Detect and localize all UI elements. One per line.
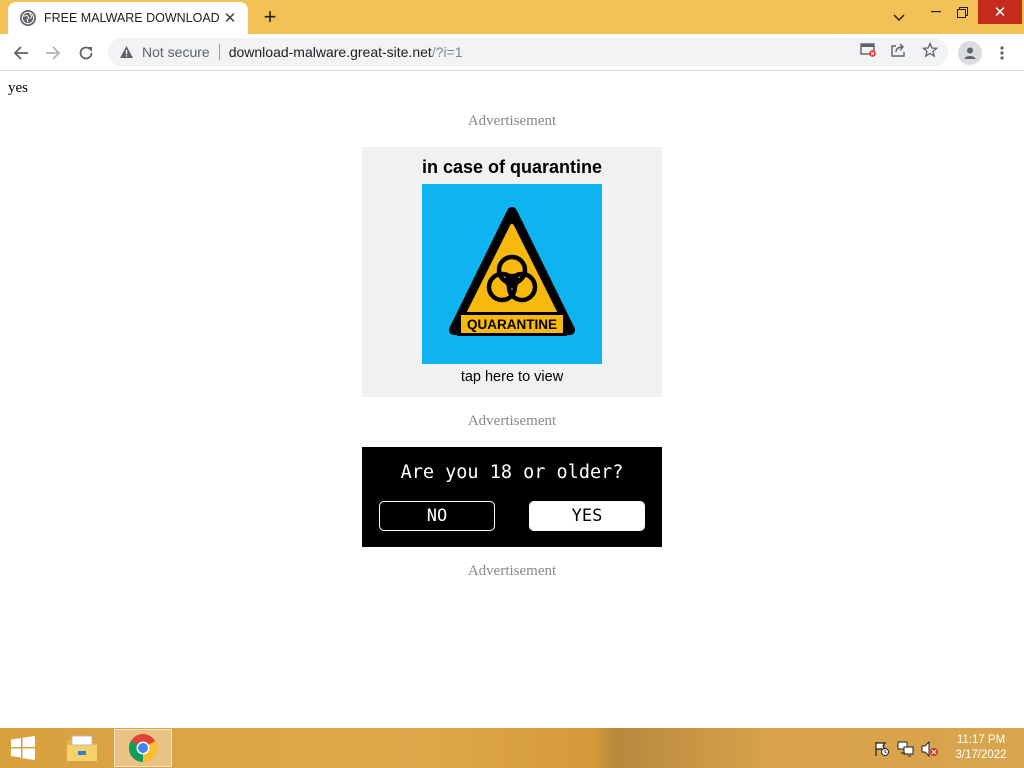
browser-toolbar: Not secure download-malware.great-site.n… bbox=[0, 34, 1024, 71]
url-host: download-malware.great-site.net bbox=[228, 44, 432, 60]
advertisement-label: Advertisement bbox=[467, 563, 557, 579]
taskbar-clock[interactable]: 11:17 PM 3/17/2022 bbox=[948, 733, 1014, 763]
reload-icon[interactable] bbox=[73, 40, 99, 66]
minimize-icon[interactable] bbox=[924, 0, 948, 24]
tab-title: FREE MALWARE DOWNLOAD bbox=[44, 11, 220, 25]
quarantine-sign-text: QUARANTINE bbox=[467, 317, 557, 332]
taskbar: 11:17 PM 3/17/2022 bbox=[0, 728, 1024, 768]
url-path: /?i=1 bbox=[431, 44, 463, 60]
globe-icon bbox=[20, 10, 36, 26]
windows-logo-icon[interactable] bbox=[8, 736, 38, 760]
restore-icon[interactable] bbox=[950, 0, 974, 24]
plus-icon[interactable]: + bbox=[258, 6, 282, 28]
tab-strip: FREE MALWARE DOWNLOAD ✕ + ✕ bbox=[0, 0, 1024, 34]
page-top-text: yes bbox=[8, 80, 28, 96]
close-icon[interactable]: ✕ bbox=[222, 10, 238, 27]
profile-icon[interactable] bbox=[958, 41, 982, 65]
file-explorer-icon[interactable] bbox=[60, 730, 104, 766]
network-icon[interactable] bbox=[897, 740, 915, 758]
window-close-button[interactable]: ✕ bbox=[978, 0, 1022, 24]
clock-date: 3/17/2022 bbox=[955, 749, 1007, 761]
advertisement-label: Advertisement bbox=[467, 113, 557, 129]
share-icon[interactable] bbox=[888, 40, 908, 60]
back-arrow-icon[interactable] bbox=[8, 40, 34, 66]
cast-blocked-icon[interactable] bbox=[858, 40, 878, 60]
star-icon[interactable] bbox=[920, 40, 940, 60]
flag-icon[interactable] bbox=[873, 740, 891, 758]
quarantine-ad-image[interactable]: QUARANTINE bbox=[422, 184, 602, 364]
page-content: yes Advertisement in case of quarantine … bbox=[0, 71, 1024, 728]
ad-heading[interactable]: in case of quarantine bbox=[362, 157, 662, 178]
clock-time: 11:17 PM bbox=[956, 734, 1006, 746]
forward-arrow-icon[interactable] bbox=[40, 40, 66, 66]
warning-icon[interactable] bbox=[118, 44, 134, 60]
address-bar[interactable]: Not secure download-malware.great-site.n… bbox=[108, 38, 948, 66]
quarantine-ad[interactable]: in case of quarantine QUARANTINE tap her… bbox=[362, 147, 662, 397]
browser-tab[interactable]: FREE MALWARE DOWNLOAD ✕ bbox=[8, 2, 248, 34]
security-label[interactable]: Not secure bbox=[142, 44, 210, 60]
omnibox-divider bbox=[218, 44, 220, 60]
chrome-icon[interactable] bbox=[114, 729, 172, 767]
age-question: Are you 18 or older? bbox=[400, 462, 624, 483]
biohazard-icon: QUARANTINE bbox=[449, 207, 575, 336]
yes-button[interactable]: YES bbox=[529, 501, 645, 531]
age-verification-ad[interactable]: Are you 18 or older? NO YES bbox=[362, 447, 662, 547]
ad-caption[interactable]: tap here to view bbox=[362, 369, 662, 385]
chevron-down-icon[interactable] bbox=[888, 6, 910, 30]
no-button[interactable]: NO bbox=[379, 501, 495, 531]
advertisement-label: Advertisement bbox=[467, 413, 557, 429]
more-vert-icon[interactable] bbox=[994, 41, 1010, 65]
volume-muted-icon[interactable] bbox=[921, 740, 939, 758]
